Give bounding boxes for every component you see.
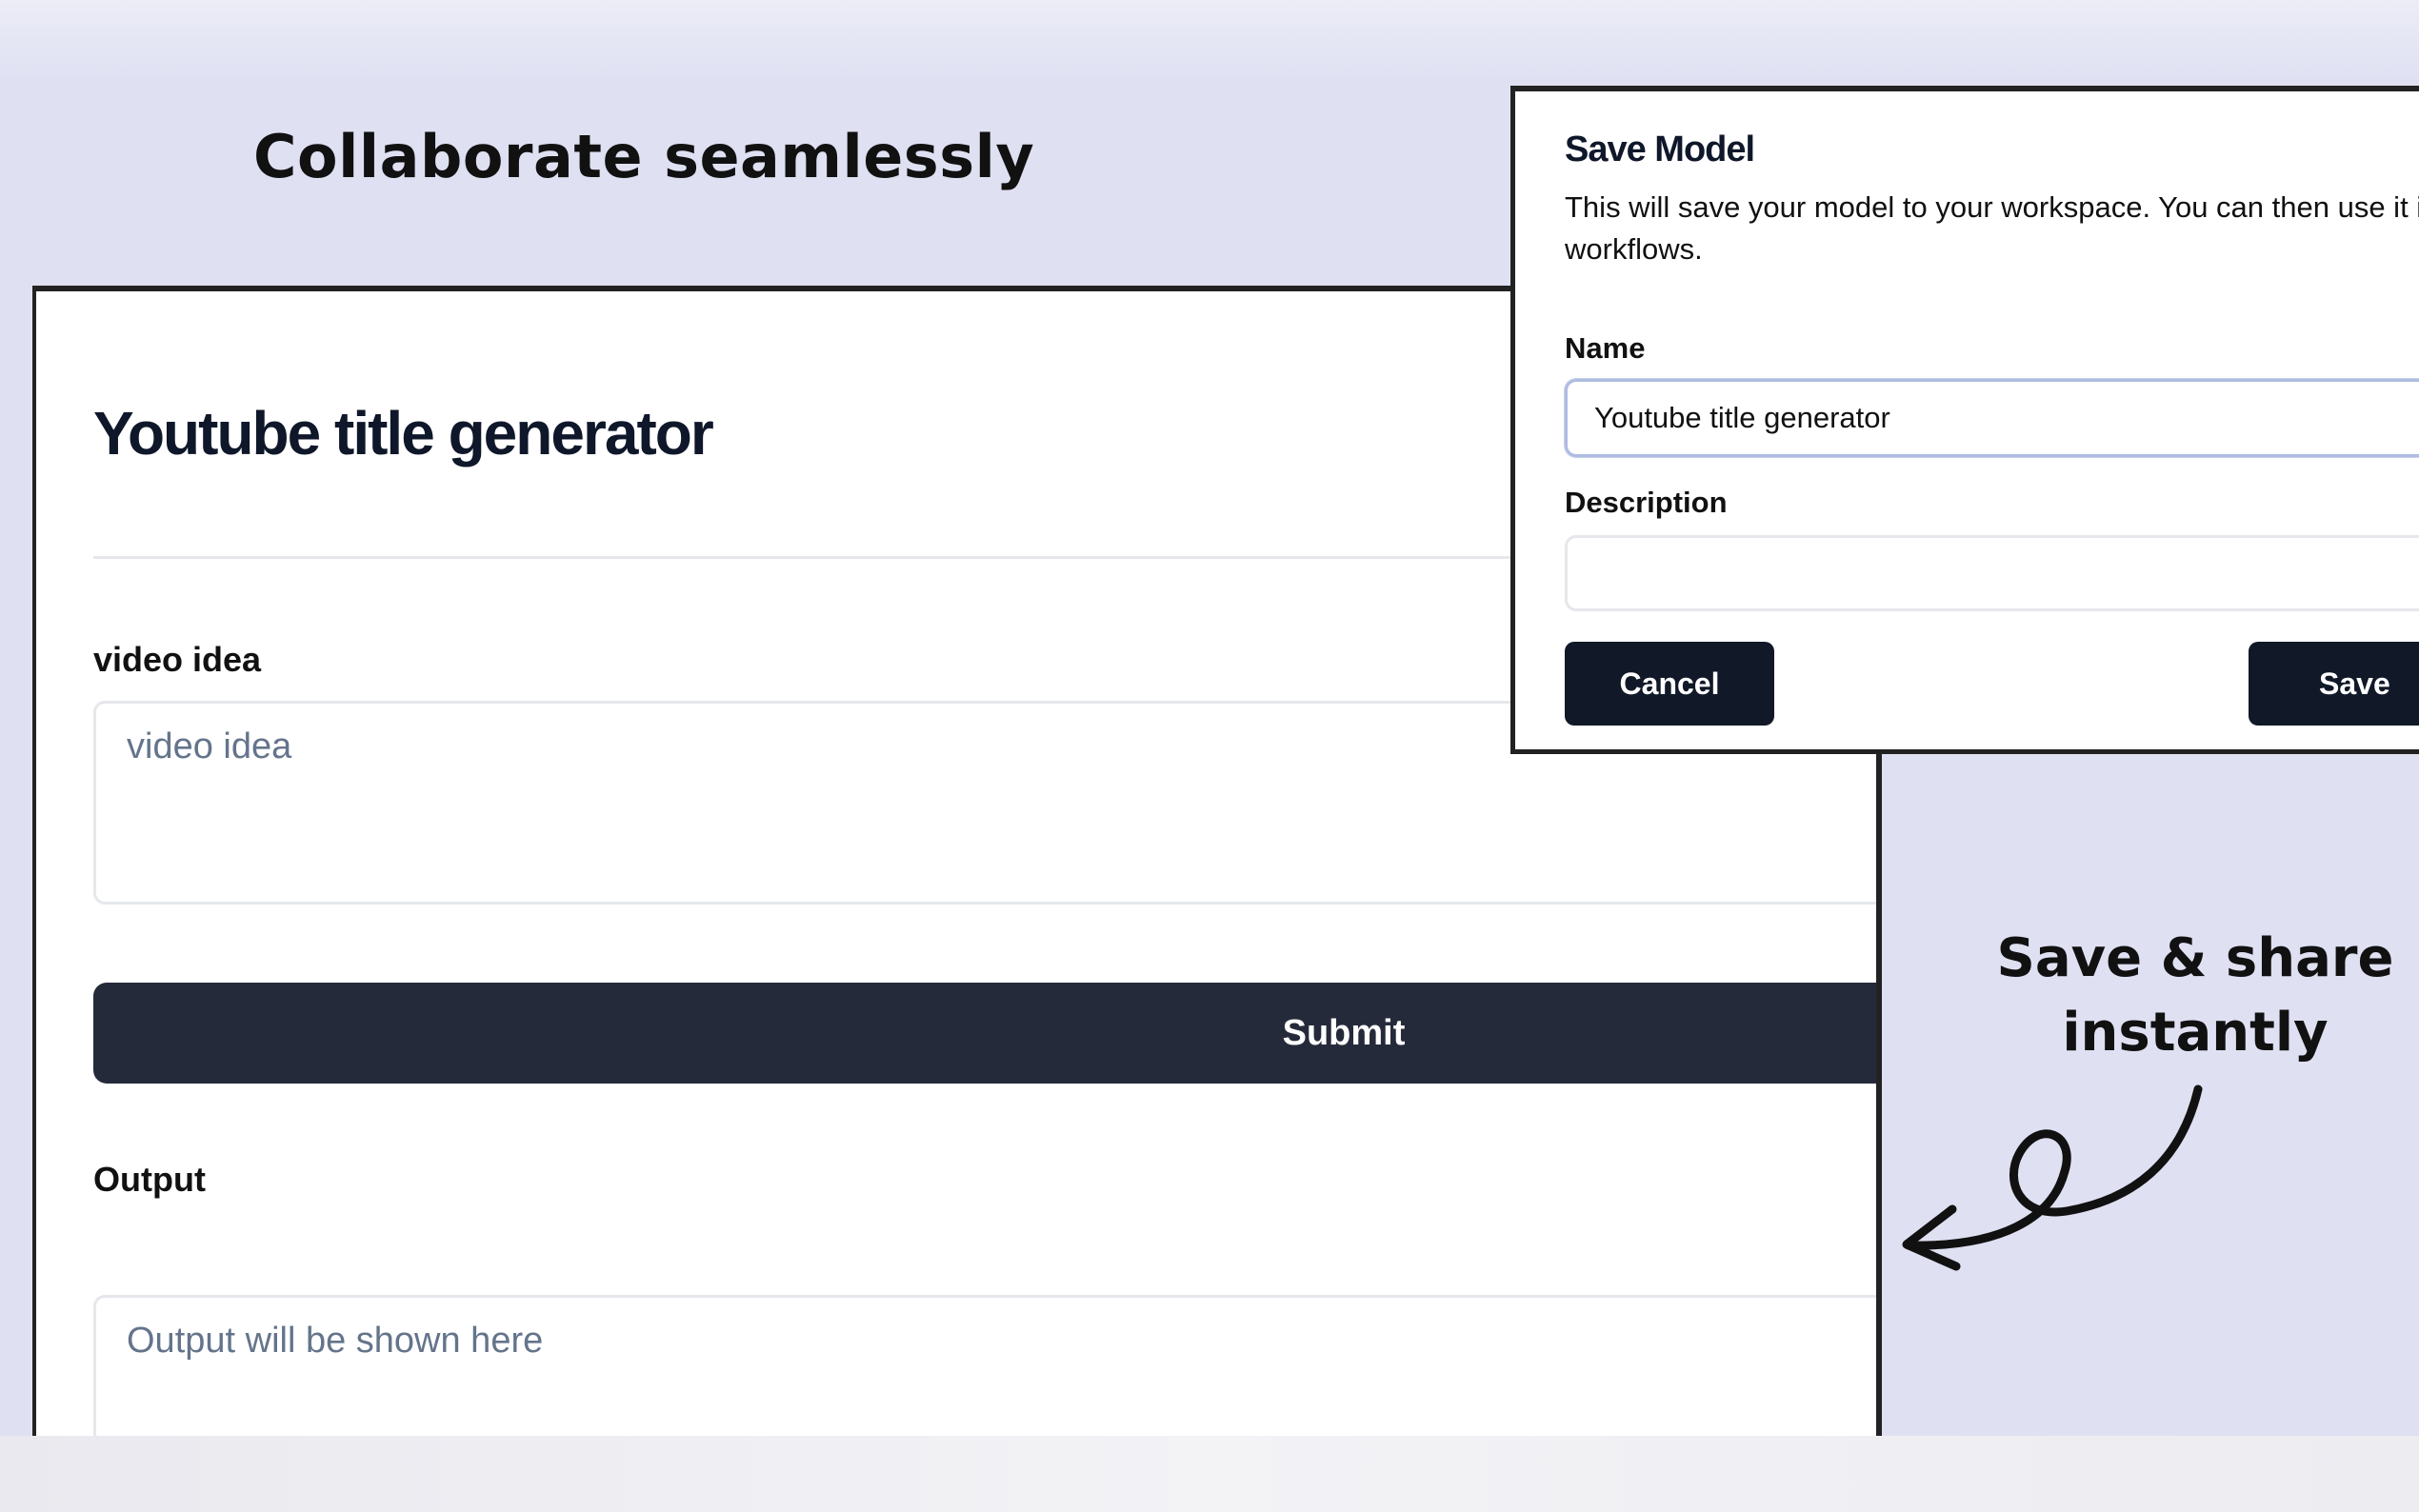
- video-idea-label: video idea: [93, 640, 262, 679]
- callout-text: Save & share instantly: [1981, 922, 2409, 1070]
- description-field[interactable]: [1565, 535, 2419, 611]
- callout-line-1: Save & share: [1996, 927, 2394, 989]
- video-idea-placeholder: video idea: [127, 726, 292, 766]
- save-label: Save: [2319, 666, 2390, 701]
- background-bottom: [0, 1436, 2419, 1512]
- save-button[interactable]: Save: [2249, 642, 2419, 726]
- submit-label: Submit: [1282, 1012, 1406, 1053]
- headline: Collaborate seamlessly: [253, 122, 1035, 191]
- description-label: Description: [1565, 486, 1728, 519]
- name-label: Name: [1565, 331, 1646, 365]
- cancel-label: Cancel: [1619, 666, 1720, 701]
- curly-arrow-left-icon: [1902, 1084, 2203, 1271]
- cancel-button[interactable]: Cancel: [1565, 642, 1774, 726]
- name-field[interactable]: Youtube title generator: [1565, 379, 2419, 457]
- output-placeholder: Output will be shown here: [127, 1321, 544, 1361]
- name-value: Youtube title generator: [1594, 401, 1890, 434]
- dialog-description: This will save your model to your worksp…: [1565, 190, 2419, 266]
- output-label: Output: [93, 1160, 206, 1199]
- save-model-dialog: Save Model This will save your model to …: [1510, 86, 2419, 754]
- page-title: Youtube title generator: [93, 399, 714, 468]
- callout-line-2: instantly: [2062, 1002, 2329, 1064]
- background-top: [0, 0, 2419, 81]
- submit-button[interactable]: Submit: [93, 983, 1876, 1084]
- output-area: Output will be shown here: [93, 1295, 1876, 1436]
- dialog-title: Save Model: [1565, 129, 1755, 169]
